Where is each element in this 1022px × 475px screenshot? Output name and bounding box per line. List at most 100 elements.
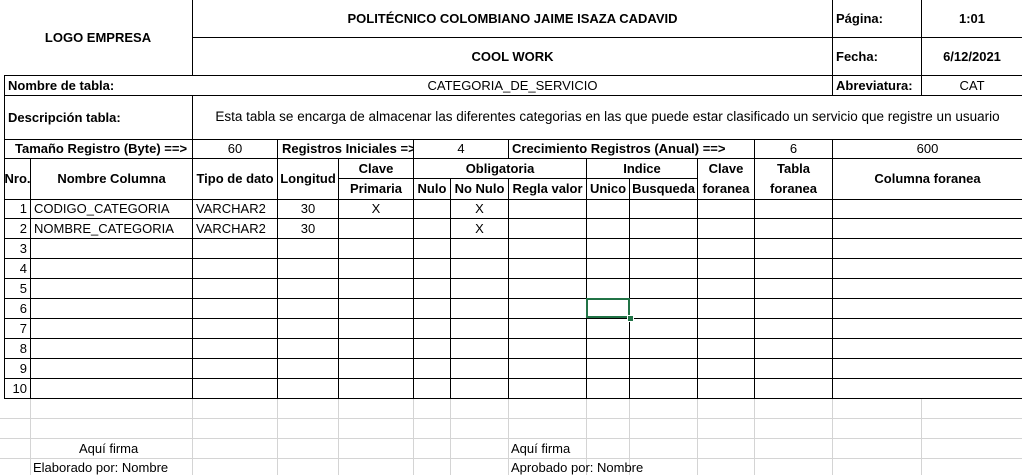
row-cell-pk[interactable]: [339, 220, 413, 238]
row-cell-no-nulo[interactable]: X: [451, 200, 508, 218]
page-value[interactable]: 1:01: [922, 0, 1022, 37]
header-foreign-table-1: Tabla: [777, 160, 810, 176]
header-data-type: Tipo de dato: [196, 171, 274, 187]
row-cell-no-nulo[interactable]: [451, 260, 508, 278]
fill-handle[interactable]: [627, 315, 634, 322]
row-cell-nro[interactable]: 2: [5, 220, 30, 238]
row-cell-longitud[interactable]: 30: [278, 200, 338, 218]
row-cell-no-nulo[interactable]: [451, 240, 508, 258]
row-cell-nro[interactable]: 9: [5, 360, 30, 378]
row-cell-pk[interactable]: [339, 260, 413, 278]
header-nro: Nro.: [5, 171, 30, 187]
row-cell-nombre[interactable]: NOMBRE_CATEGORIA: [31, 220, 192, 238]
row-cell-nombre[interactable]: [31, 240, 192, 258]
growth-value[interactable]: 6: [755, 140, 832, 158]
row-cell-nro[interactable]: 10: [5, 380, 30, 398]
header-null: Nulo: [417, 181, 447, 197]
row-cell-nro[interactable]: 5: [5, 280, 30, 298]
header-foreign-key-2: foranea: [702, 181, 750, 197]
row-cell-pk[interactable]: [339, 360, 413, 378]
row-cell-nro[interactable]: 3: [5, 240, 30, 258]
initial-records-value[interactable]: 4: [414, 140, 508, 158]
border-line: [4, 338, 1022, 339]
row-cell-nro[interactable]: 1: [5, 200, 30, 218]
row-cell-nro[interactable]: 7: [5, 320, 30, 338]
row-cell-longitud[interactable]: [278, 320, 338, 338]
border-line: [4, 398, 1022, 399]
description-value[interactable]: Esta tabla se encarga de almacenar las d…: [193, 96, 1022, 139]
row-cell-no-nulo[interactable]: [451, 280, 508, 298]
border-line: [4, 278, 1022, 279]
row-cell-nulo[interactable]: [414, 220, 450, 238]
row-cell-nombre[interactable]: [31, 280, 192, 298]
border-line: [629, 178, 630, 399]
row-cell-tipo[interactable]: VARCHAR2: [193, 220, 277, 238]
row-cell-tipo[interactable]: [193, 380, 277, 398]
row-cell-nulo[interactable]: [414, 240, 450, 258]
row-cell-pk[interactable]: X: [339, 200, 413, 218]
gridline: [921, 398, 922, 475]
row-cell-no-nulo[interactable]: [451, 300, 508, 318]
date-label: Fecha:: [836, 48, 878, 64]
row-cell-nombre[interactable]: [31, 300, 192, 318]
row-cell-longitud[interactable]: [278, 360, 338, 378]
row-cell-tipo[interactable]: [193, 260, 277, 278]
table-name-value[interactable]: CATEGORIA_DE_SERVICIO: [193, 76, 832, 95]
row-cell-tipo[interactable]: [193, 340, 277, 358]
row-cell-nombre[interactable]: [31, 360, 192, 378]
row-cell-tipo[interactable]: [193, 360, 277, 378]
row-cell-nulo[interactable]: [414, 340, 450, 358]
spreadsheet[interactable]: LOGO EMPRESA POLITÉCNICO COLOMBIANO JAIM…: [0, 0, 1022, 475]
row-cell-tipo[interactable]: [193, 300, 277, 318]
row-cell-pk[interactable]: [339, 320, 413, 338]
gridline: [450, 398, 451, 475]
header-key: Clave: [358, 160, 394, 176]
row-cell-pk[interactable]: [339, 300, 413, 318]
row-cell-nombre[interactable]: [31, 380, 192, 398]
row-cell-longitud[interactable]: [278, 340, 338, 358]
row-cell-nulo[interactable]: [414, 380, 450, 398]
institution-title: POLITÉCNICO COLOMBIANO JAIME ISAZA CADAV…: [347, 10, 678, 26]
gridline: [277, 398, 278, 475]
row-cell-nro[interactable]: 4: [5, 260, 30, 278]
row-cell-no-nulo[interactable]: X: [451, 220, 508, 238]
row-cell-nombre[interactable]: [31, 260, 192, 278]
row-cell-nulo[interactable]: [414, 260, 450, 278]
row-cell-tipo[interactable]: [193, 280, 277, 298]
row-cell-longitud[interactable]: [278, 240, 338, 258]
row-cell-nulo[interactable]: [414, 280, 450, 298]
row-cell-pk[interactable]: [339, 380, 413, 398]
row-cell-pk[interactable]: [339, 280, 413, 298]
row-cell-no-nulo[interactable]: [451, 360, 508, 378]
row-cell-longitud[interactable]: [278, 280, 338, 298]
active-cell-selection[interactable]: [586, 298, 630, 318]
total-records-value[interactable]: 600: [833, 140, 1022, 158]
row-cell-nulo[interactable]: [414, 200, 450, 218]
row-cell-tipo[interactable]: VARCHAR2: [193, 200, 277, 218]
row-cell-nro[interactable]: 8: [5, 340, 30, 358]
row-cell-nulo[interactable]: [414, 320, 450, 338]
row-cell-pk[interactable]: [339, 240, 413, 258]
row-cell-nulo[interactable]: [414, 360, 450, 378]
row-cell-pk[interactable]: [339, 340, 413, 358]
row-cell-nombre[interactable]: [31, 340, 192, 358]
date-value[interactable]: 6/12/2021: [922, 38, 1022, 75]
row-cell-no-nulo[interactable]: [451, 340, 508, 358]
header-foreign-key-1: Clave: [708, 160, 744, 176]
row-cell-no-nulo[interactable]: [451, 320, 508, 338]
signature-right: Aquí firma: [511, 440, 571, 456]
row-cell-no-nulo[interactable]: [451, 380, 508, 398]
abbreviation-value[interactable]: CAT: [922, 76, 1022, 95]
row-cell-tipo[interactable]: [193, 320, 277, 338]
row-cell-nulo[interactable]: [414, 300, 450, 318]
row-cell-longitud[interactable]: 30: [278, 220, 338, 238]
row-cell-nombre[interactable]: [31, 320, 192, 338]
row-cell-longitud[interactable]: [278, 260, 338, 278]
row-cell-longitud[interactable]: [278, 380, 338, 398]
record-size-value[interactable]: 60: [193, 140, 277, 158]
company-logo-placeholder: LOGO EMPRESA: [44, 29, 152, 45]
row-cell-nombre[interactable]: CODIGO_CATEGORIA: [31, 200, 192, 218]
row-cell-nro[interactable]: 6: [5, 300, 30, 318]
row-cell-longitud[interactable]: [278, 300, 338, 318]
row-cell-tipo[interactable]: [193, 240, 277, 258]
